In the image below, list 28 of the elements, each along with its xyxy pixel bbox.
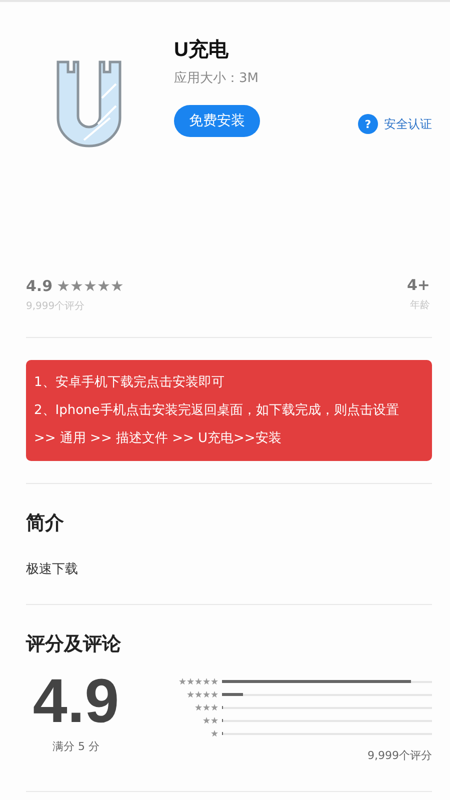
section-heading: 简介: [26, 511, 65, 536]
rating-count: 9,999个评分: [26, 300, 86, 313]
stars-icon: [195, 704, 218, 711]
install-button[interactable]: 免费安装: [174, 105, 260, 137]
stars-icon: [211, 730, 218, 737]
app-icon: [54, 58, 124, 148]
rating-count: 9,999个评分: [366, 748, 432, 763]
stars-icon: [187, 691, 218, 698]
help-icon: ?: [358, 114, 378, 134]
security-label[interactable]: 安全认证: [384, 116, 432, 132]
intro-text: 极速下载: [26, 561, 79, 578]
notice-text: 2、Iphone手机点击安装完返回桌面，如下载完成，则点击设置 >> 通用 >> 描述文件 >> U充电>>安装: [34, 402, 400, 448]
age-rating: 4+: [406, 276, 430, 294]
age-label: 年龄: [409, 298, 430, 312]
notice-text: 1、安卓手机下载完点击安装即可: [34, 374, 226, 392]
average-score: 4.9: [32, 669, 120, 735]
star-icon: ★: [110, 277, 124, 295]
section-heading: 评分及评论: [26, 632, 122, 657]
stars-icon: [179, 678, 218, 685]
app-size: 应用大小：3M: [174, 70, 260, 87]
max-score-label: 满分 5 分: [52, 739, 100, 754]
app-title: U充电: [174, 38, 230, 63]
rating-score: 4.9: [26, 276, 53, 294]
star-icon: ★: [96, 277, 110, 295]
star-icon: ★: [83, 277, 97, 295]
star-icon: ★: [56, 277, 70, 295]
star-icon: ★: [70, 277, 84, 295]
stars-icon: [203, 717, 218, 724]
